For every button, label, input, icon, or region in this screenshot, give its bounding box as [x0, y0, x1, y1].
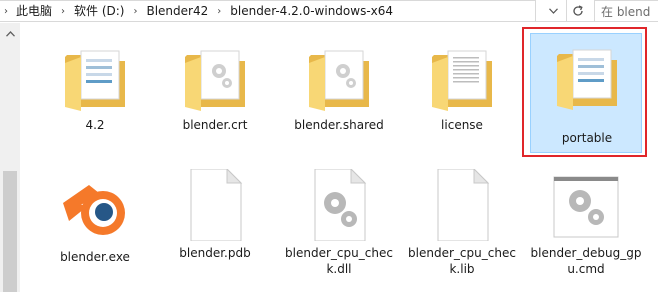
breadcrumb-current-folder[interactable]: blender-4.2.0-windows-x64 — [226, 1, 397, 21]
vertical-scrollbar[interactable] — [0, 23, 20, 292]
file-item-label: portable — [561, 131, 613, 145]
folder-icon — [432, 50, 492, 111]
refresh-button[interactable] — [566, 0, 588, 22]
chevron-up-icon — [5, 31, 15, 37]
folder-icon — [557, 49, 617, 110]
folder-icon — [65, 50, 125, 111]
file-item-label: blender_cpu_check.lib — [408, 246, 516, 276]
address-bar: › 此电脑 › 软件 (D:) › Blender42 › blender-4.… — [0, 0, 658, 22]
file-item-blender-crt[interactable]: blender.crt — [159, 35, 271, 153]
chevron-right-icon[interactable]: › — [212, 1, 226, 21]
file-icon — [190, 169, 243, 241]
chevron-right-icon[interactable]: › — [0, 1, 12, 21]
file-item-license[interactable]: license — [406, 35, 518, 153]
file-item-blender-cpu-check-dll[interactable]: blender_cpu_check.dll — [283, 163, 395, 281]
folder-icon — [185, 50, 245, 111]
refresh-icon — [572, 5, 583, 16]
file-item-label: blender_cpu_check.dll — [285, 246, 393, 276]
scrollbar-thumb[interactable] — [3, 171, 17, 292]
gear-file-icon — [314, 169, 367, 241]
file-item-label: blender_debug_gpu.cmd — [530, 246, 642, 276]
file-icon — [437, 169, 490, 241]
file-item-label: blender.pdb — [179, 246, 251, 260]
file-item-blender-shared[interactable]: blender.shared — [283, 35, 395, 153]
file-item-blender-debug-gpu-cmd[interactable]: blender_debug_gpu.cmd — [530, 163, 642, 281]
file-item-blender-cpu-check-lib[interactable]: blender_cpu_check.lib — [406, 163, 518, 281]
file-item-label: blender.shared — [294, 118, 384, 132]
breadcrumb-drive-d[interactable]: 软件 (D:) — [70, 1, 128, 21]
file-item-blender-pdb[interactable]: blender.pdb — [159, 163, 271, 281]
file-item-label: 4.2 — [85, 118, 105, 132]
file-item-blender-exe[interactable]: blender.exe — [39, 167, 151, 285]
file-item-4-2[interactable]: 4.2 — [39, 35, 151, 153]
scroll-up-button[interactable] — [3, 27, 17, 41]
gear-window-icon — [553, 176, 619, 238]
search-input[interactable]: 在 blend — [594, 0, 658, 22]
chevron-right-icon[interactable]: › — [56, 1, 70, 21]
breadcrumb[interactable]: › 此电脑 › 软件 (D:) › Blender42 › blender-4.… — [0, 0, 536, 22]
file-item-label: blender.crt — [182, 118, 248, 132]
address-history-dropdown[interactable] — [543, 0, 563, 22]
folder-icon — [309, 50, 369, 111]
file-item-portable[interactable]: portable — [530, 33, 642, 153]
breadcrumb-blender42[interactable]: Blender42 — [142, 1, 212, 21]
blender-logo-icon — [63, 185, 125, 235]
file-item-label: blender.exe — [60, 250, 130, 264]
chevron-down-icon — [548, 8, 558, 14]
chevron-right-icon[interactable]: › — [128, 1, 142, 21]
breadcrumb-this-pc[interactable]: 此电脑 — [12, 1, 56, 21]
file-item-label: license — [441, 118, 483, 132]
